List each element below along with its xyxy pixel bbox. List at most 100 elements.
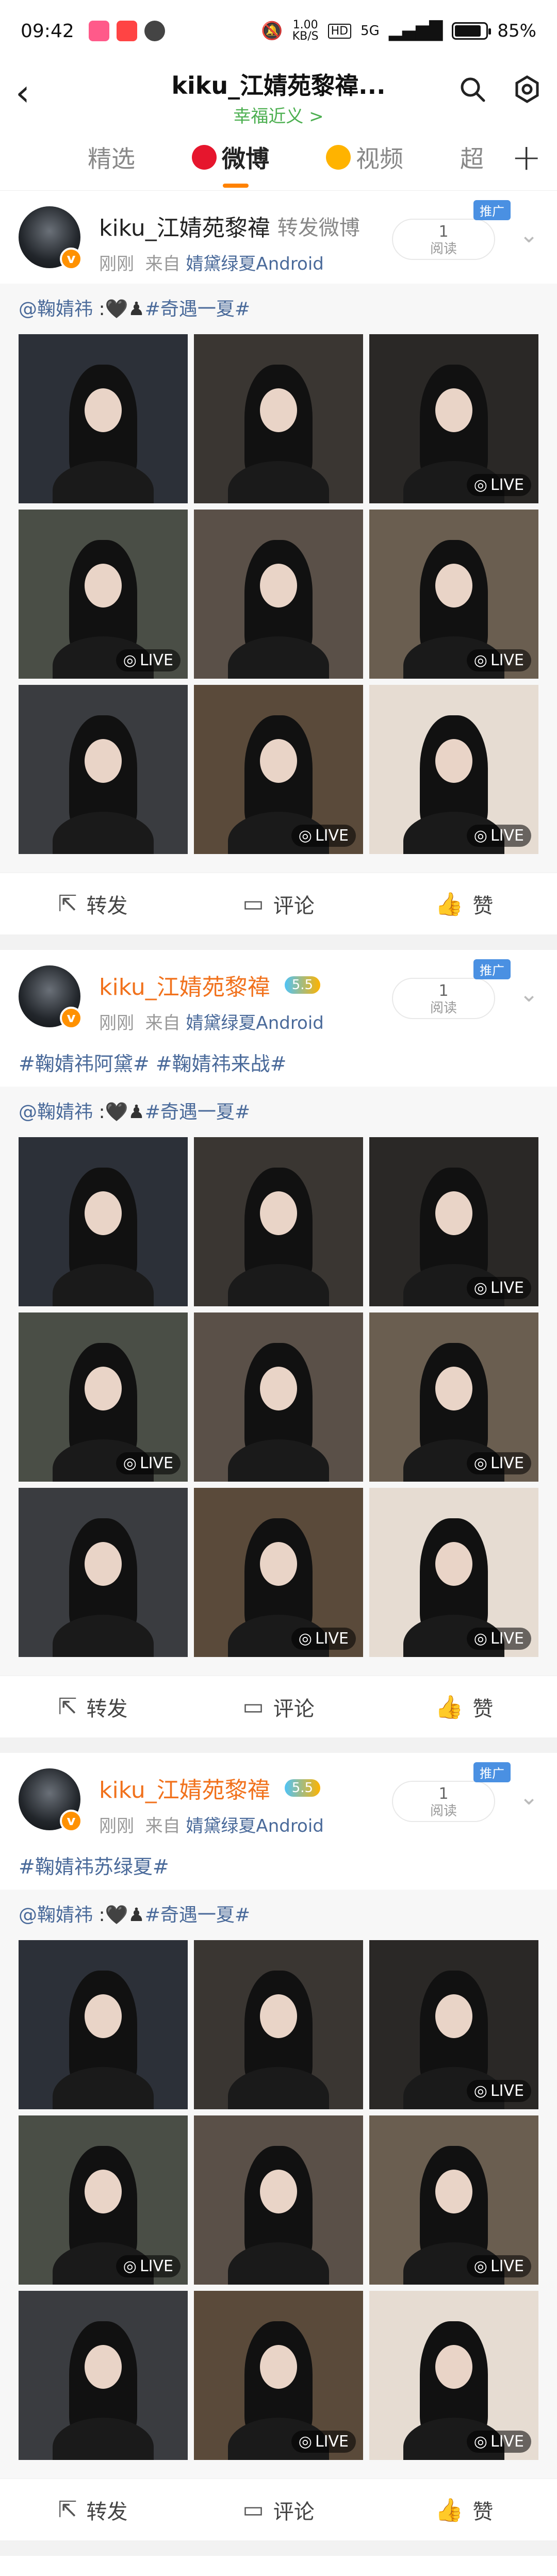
post-image[interactable]: ◎LIVE — [19, 510, 188, 679]
image-content — [52, 461, 154, 503]
post-image[interactable]: ◎LIVE — [369, 2115, 538, 2285]
status-app-icons — [88, 21, 165, 41]
post-hashtags[interactable]: #鞠婧祎阿黛# #鞠婧祎来战# — [0, 1048, 557, 1076]
avatar[interactable]: v — [19, 965, 83, 1029]
post-header: v kiku_江婧苑黎禕 5.5 刚刚 来自 婧黛绿夏Android 1 阅读 … — [0, 1762, 557, 1846]
tab-label: 精选 — [88, 144, 135, 173]
comment-button[interactable]: ▭ 评论 — [186, 1692, 371, 1722]
post-image[interactable]: ◎LIVE — [19, 334, 188, 503]
like-button[interactable]: 👍 赞 — [371, 2495, 557, 2525]
repost-author[interactable]: @鞠婧祎 — [19, 299, 93, 320]
repost-author[interactable]: @鞠婧祎 — [19, 1102, 93, 1123]
weibo-post[interactable]: v kiku_江婧苑黎禕 5.5 刚刚 来自 婧黛绿夏Android 1 阅读 … — [0, 950, 557, 1737]
net-speed-unit: KB/S — [292, 30, 319, 43]
live-label: LIVE — [315, 827, 349, 845]
repost-button[interactable]: ⇱ 转发 — [0, 889, 186, 919]
comment-label: 评论 — [273, 1697, 315, 1721]
status-bar: 09:42 🔕 1.00 KB/S HD 5G ▂▄▆█ 85% — [0, 0, 557, 62]
repost-button[interactable]: ⇱ 转发 — [0, 1692, 186, 1722]
tab-video[interactable]: 视频 — [326, 140, 403, 174]
author-name[interactable]: kiku_江婧苑黎禕 — [99, 969, 270, 1002]
live-badge: ◎ LIVE — [466, 2255, 531, 2277]
post-hashtags[interactable]: #鞠婧祎苏绿夏# — [0, 1851, 557, 1879]
live-label: LIVE — [315, 2433, 349, 2451]
comment-button[interactable]: ▭ 评论 — [186, 2495, 371, 2525]
avatar[interactable]: v — [19, 206, 83, 270]
post-image[interactable]: ◎LIVE — [369, 1312, 538, 1482]
weibo-post[interactable]: v kiku_江婧苑黎禕 5.5 刚刚 来自 婧黛绿夏Android 1 阅读 … — [0, 1753, 557, 2540]
post-image[interactable]: ◎LIVE — [194, 2115, 363, 2285]
image-content — [84, 1994, 122, 2039]
like-button[interactable]: 👍 赞 — [371, 1692, 557, 1722]
tab-supertopic[interactable]: 超 — [460, 140, 484, 174]
add-tab-icon[interactable]: + — [511, 136, 542, 178]
image-content — [435, 2344, 473, 2389]
weibo-post[interactable]: v kiku_江婧苑黎禕 转发微博 刚刚 来自 婧黛绿夏Android 1 阅读… — [0, 191, 557, 934]
repost-content[interactable]: @鞠婧祎 :🖤♟#奇遇一夏# ◎ LIVE ◎ LIVE ◎ LIVE ◎ LIVE — [0, 284, 557, 873]
image-content — [227, 1264, 330, 1306]
repost-author[interactable]: @鞠婧祎 — [19, 1905, 93, 1926]
image-content — [259, 1366, 298, 1411]
repost-content[interactable]: @鞠婧祎 :🖤♟#奇遇一夏# ◎ LIVE ◎ LIVE ◎ LIVE ◎ LIVE — [0, 1087, 557, 1676]
live-icon: ◎ — [123, 1454, 137, 1472]
image-content — [435, 739, 473, 783]
search-icon[interactable] — [458, 75, 487, 111]
post-source[interactable]: 婧黛绿夏Android — [186, 1816, 323, 1836]
post-image[interactable]: ◎LIVE — [194, 1940, 363, 2109]
post-image[interactable]: ◎LIVE — [369, 334, 538, 503]
chevron-down-icon[interactable]: ⌄ — [519, 1784, 538, 1810]
repost-hashtag[interactable]: #奇遇一夏# — [145, 1102, 250, 1123]
live-icon: ◎ — [298, 2433, 312, 2451]
chevron-down-icon[interactable]: ⌄ — [519, 222, 538, 248]
tab-label: 视频 — [356, 144, 403, 173]
like-button[interactable]: 👍 赞 — [371, 889, 557, 919]
post-image[interactable]: ◎LIVE — [194, 2291, 363, 2460]
image-content — [84, 563, 122, 608]
post-image[interactable]: ◎LIVE — [194, 510, 363, 679]
post-image[interactable]: ◎LIVE — [19, 685, 188, 854]
tab-featured[interactable]: 精选 — [88, 140, 135, 174]
post-image[interactable]: ◎LIVE — [369, 2291, 538, 2460]
image-content — [52, 1264, 154, 1306]
live-icon: ◎ — [298, 1630, 312, 1648]
repost-hashtag[interactable]: #奇遇一夏# — [145, 299, 250, 320]
author-name[interactable]: kiku_江婧苑黎禕 — [99, 209, 270, 242]
post-image[interactable]: ◎LIVE — [369, 1488, 538, 1657]
image-content — [227, 461, 330, 503]
image-content — [259, 1994, 298, 2039]
post-image[interactable]: ◎LIVE — [369, 685, 538, 854]
settings-icon[interactable] — [513, 75, 542, 111]
live-label: LIVE — [490, 1454, 524, 1472]
post-image[interactable]: ◎LIVE — [19, 1312, 188, 1482]
post-image[interactable]: ◎LIVE — [369, 1137, 538, 1306]
live-badge: ◎ LIVE — [116, 2255, 181, 2277]
post-image[interactable]: ◎LIVE — [194, 685, 363, 854]
chevron-down-icon[interactable]: ⌄ — [519, 981, 538, 1007]
post-image[interactable]: ◎LIVE — [19, 1137, 188, 1306]
post-source[interactable]: 婧黛绿夏Android — [186, 254, 323, 274]
post-image[interactable]: ◎LIVE — [194, 334, 363, 503]
avatar[interactable]: v — [19, 1768, 83, 1832]
post-image[interactable]: ◎LIVE — [194, 1488, 363, 1657]
post-image[interactable]: ◎LIVE — [369, 510, 538, 679]
live-badge: ◎ LIVE — [116, 1452, 181, 1474]
repost-button[interactable]: ⇱ 转发 — [0, 2495, 186, 2525]
post-image[interactable]: ◎LIVE — [369, 1940, 538, 2109]
promo-badge: 推广 — [473, 959, 511, 979]
post-image[interactable]: ◎LIVE — [19, 1940, 188, 2109]
post-image[interactable]: ◎LIVE — [19, 1488, 188, 1657]
image-content — [227, 636, 330, 679]
repost-content[interactable]: @鞠婧祎 :🖤♟#奇遇一夏# ◎ LIVE ◎ LIVE ◎ LIVE ◎ LIVE — [0, 1890, 557, 2479]
repost-hashtag[interactable]: #奇遇一夏# — [145, 1905, 250, 1926]
tab-weibo[interactable]: 微博 — [192, 140, 269, 188]
post-image[interactable]: ◎LIVE — [19, 2291, 188, 2460]
image-content — [435, 1191, 473, 1236]
image-grid: ◎LIVE ◎LIVE ◎LIVE ◎LIVE ◎LIVE ◎LIVE — [19, 1940, 538, 2460]
post-image[interactable]: ◎LIVE — [19, 2115, 188, 2285]
post-image[interactable]: ◎LIVE — [194, 1137, 363, 1306]
post-image[interactable]: ◎LIVE — [194, 1312, 363, 1482]
read-label: 阅读 — [430, 1803, 457, 1819]
post-source[interactable]: 婧黛绿夏Android — [186, 1013, 323, 1033]
author-name[interactable]: kiku_江婧苑黎禕 — [99, 1771, 270, 1804]
comment-button[interactable]: ▭ 评论 — [186, 889, 371, 919]
